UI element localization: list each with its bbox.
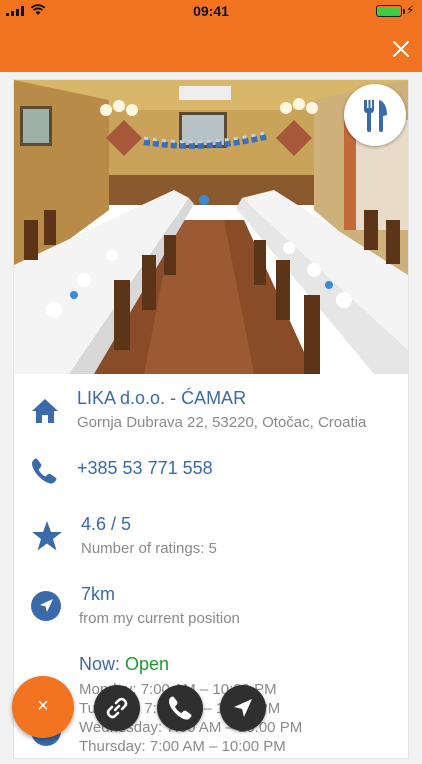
close-icon[interactable]	[388, 36, 414, 62]
charging-bolt-icon: ⚡	[406, 3, 415, 17]
navigate-button[interactable]	[220, 685, 266, 731]
place-distance: 7km	[81, 584, 116, 604]
phone-icon	[32, 458, 57, 484]
phone-row[interactable]: +385 53 771 558	[14, 450, 408, 494]
status-time: 09:41	[193, 3, 229, 19]
close-actions-fab[interactable]: ×	[12, 676, 74, 738]
category-badge	[344, 84, 406, 146]
open-status-value: Open	[125, 654, 170, 674]
rating-row: 4.6 / 5 Number of ratings: 5	[14, 514, 408, 564]
address-row: LIKA d.o.o. - ĆAMAR Gornja Dubrava 22, 5…	[14, 380, 408, 440]
distance-subtitle: from my current position	[79, 610, 240, 627]
open-status: Now: Open	[79, 654, 169, 675]
fab-close-label: ×	[37, 695, 49, 717]
call-button[interactable]	[157, 685, 203, 731]
battery-icon	[376, 5, 405, 17]
place-rating: 4.6 / 5	[81, 514, 132, 534]
link-icon	[106, 697, 128, 719]
link-button[interactable]	[94, 685, 140, 731]
star-icon	[32, 521, 62, 551]
navigation-arrow-icon	[31, 591, 61, 621]
phone-icon	[168, 696, 192, 720]
place-name: LIKA d.o.o. - ĆAMAR	[77, 388, 247, 408]
navigation-arrow-icon	[234, 699, 252, 717]
app-header: 09:41 ⚡	[0, 0, 422, 72]
place-photo	[14, 80, 408, 374]
place-phone[interactable]: +385 53 771 558	[77, 458, 213, 479]
fork-knife-icon	[364, 100, 387, 132]
home-icon	[32, 399, 58, 423]
ratings-count: Number of ratings: 5	[81, 540, 217, 557]
place-address: Gornja Dubrava 22, 53220, Otočac, Croati…	[77, 414, 367, 431]
place-detail-card: LIKA d.o.o. - ĆAMAR Gornja Dubrava 22, 5…	[13, 79, 409, 759]
now-label: Now:	[79, 654, 126, 674]
status-bar: 09:41 ⚡	[0, 0, 422, 22]
distance-row: 7km from my current position	[14, 584, 408, 634]
hours-item: Thursday: 7:00 AM – 10:00 PM	[79, 738, 286, 755]
